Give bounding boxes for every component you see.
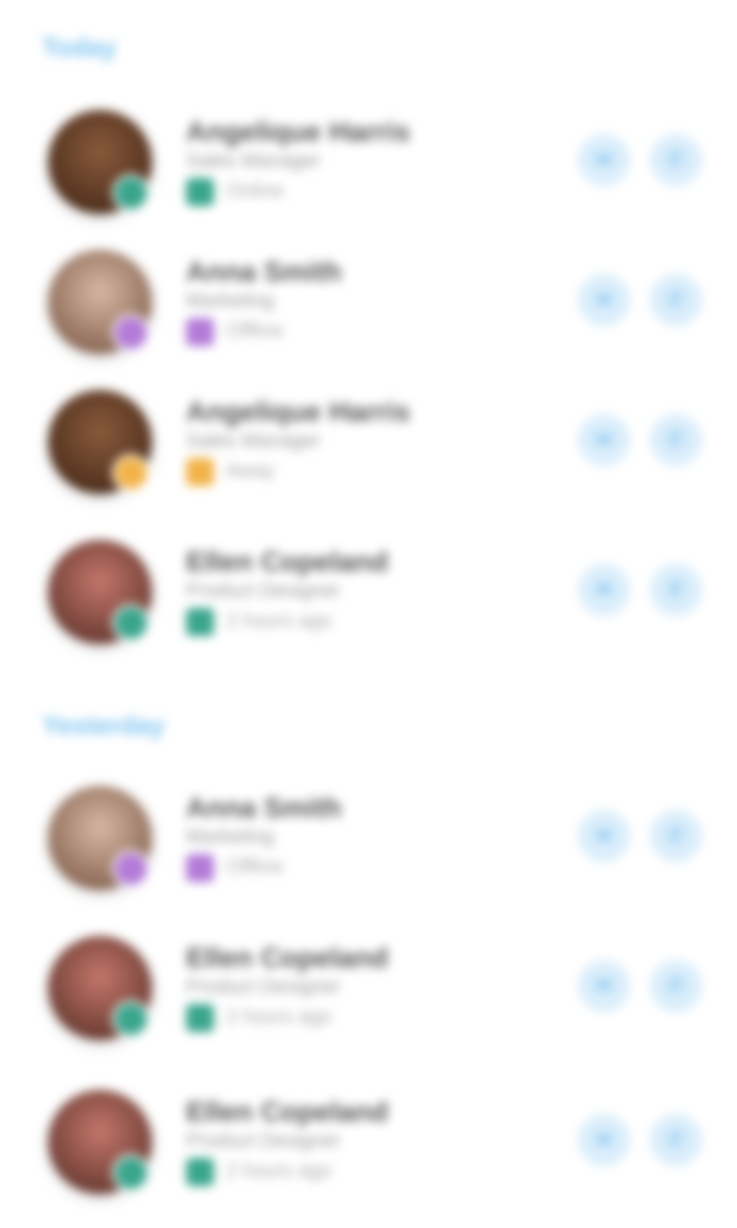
contact-role: Product Designer xyxy=(186,1130,341,1152)
chat-icon: ✉ xyxy=(594,147,614,172)
phone-icon: ✆ xyxy=(666,823,686,848)
status-icon xyxy=(186,1158,214,1186)
contact-name: Anna Smith xyxy=(186,256,342,287)
chat-button[interactable]: ✉ xyxy=(578,1114,630,1166)
contact-role: Product Designer xyxy=(186,976,341,998)
contact-row[interactable]: Angelique Harris Sales Manager Away ✉ ✆ xyxy=(0,390,737,520)
contact-name: Ellen Copeland xyxy=(186,546,389,577)
status-icon xyxy=(186,318,214,346)
chat-icon: ✉ xyxy=(594,973,614,998)
call-button[interactable]: ✆ xyxy=(650,810,702,862)
section-title-today: Today xyxy=(42,32,117,62)
presence-dot xyxy=(112,1000,150,1038)
chat-icon: ✉ xyxy=(594,577,614,602)
contact-name: Anna Smith xyxy=(186,792,342,823)
call-button[interactable]: ✆ xyxy=(650,414,702,466)
chat-icon: ✉ xyxy=(594,287,614,312)
contact-row[interactable]: Ellen Copeland Product Designer 2 hours … xyxy=(0,1090,737,1220)
presence-dot xyxy=(112,454,150,492)
chat-icon: ✉ xyxy=(594,1127,614,1152)
status-icon xyxy=(186,608,214,636)
chat-button[interactable]: ✉ xyxy=(578,414,630,466)
phone-icon: ✆ xyxy=(666,427,686,452)
phone-icon: ✆ xyxy=(666,1127,686,1152)
chat-button[interactable]: ✉ xyxy=(578,134,630,186)
contact-row[interactable]: Angelique Harris Sales Manager Online ✉ … xyxy=(0,110,737,240)
call-button[interactable]: ✆ xyxy=(650,134,702,186)
status-text: Away xyxy=(226,460,275,482)
contact-name: Angelique Harris xyxy=(186,396,411,427)
phone-icon: ✆ xyxy=(666,973,686,998)
phone-icon: ✆ xyxy=(666,287,686,312)
call-button[interactable]: ✆ xyxy=(650,274,702,326)
call-button[interactable]: ✆ xyxy=(650,960,702,1012)
chat-icon: ✉ xyxy=(594,427,614,452)
contact-name: Ellen Copeland xyxy=(186,1096,389,1127)
contact-row[interactable]: Ellen Copeland Product Designer 2 hours … xyxy=(0,936,737,1066)
status-icon xyxy=(186,178,214,206)
status-text: Offline xyxy=(226,320,284,342)
status-text: Offline xyxy=(226,856,284,878)
call-button[interactable]: ✆ xyxy=(650,564,702,616)
contact-role: Marketing xyxy=(186,290,274,312)
status-icon xyxy=(186,854,214,882)
contact-row[interactable]: Ellen Copeland Product Designer 2 hours … xyxy=(0,540,737,670)
chat-button[interactable]: ✉ xyxy=(578,274,630,326)
contact-role: Product Designer xyxy=(186,580,341,602)
status-text: Online xyxy=(226,180,284,202)
contacts-page: Today Angelique Harris Sales Manager Onl… xyxy=(0,0,737,1228)
chat-icon: ✉ xyxy=(594,823,614,848)
chat-button[interactable]: ✉ xyxy=(578,960,630,1012)
contact-name: Angelique Harris xyxy=(186,116,411,147)
contact-role: Marketing xyxy=(186,826,274,848)
call-button[interactable]: ✆ xyxy=(650,1114,702,1166)
chat-button[interactable]: ✉ xyxy=(578,564,630,616)
contact-role: Sales Manager xyxy=(186,430,321,452)
phone-icon: ✆ xyxy=(666,147,686,172)
contact-name: Ellen Copeland xyxy=(186,942,389,973)
status-icon xyxy=(186,1004,214,1032)
section-title-yesterday: Yesterday xyxy=(42,710,165,740)
status-text: 2 hours ago xyxy=(226,1160,332,1182)
contact-row[interactable]: Anna Smith Marketing Offline ✉ ✆ xyxy=(0,250,737,380)
status-text: 2 hours ago xyxy=(226,610,332,632)
contact-role: Sales Manager xyxy=(186,150,321,172)
presence-dot xyxy=(112,1154,150,1192)
presence-dot xyxy=(112,314,150,352)
phone-icon: ✆ xyxy=(666,577,686,602)
presence-dot xyxy=(112,174,150,212)
contact-row[interactable]: Anna Smith Marketing Offline ✉ ✆ xyxy=(0,786,737,916)
presence-dot xyxy=(112,604,150,642)
status-text: 2 hours ago xyxy=(226,1006,332,1028)
status-icon xyxy=(186,458,214,486)
presence-dot xyxy=(112,850,150,888)
chat-button[interactable]: ✉ xyxy=(578,810,630,862)
